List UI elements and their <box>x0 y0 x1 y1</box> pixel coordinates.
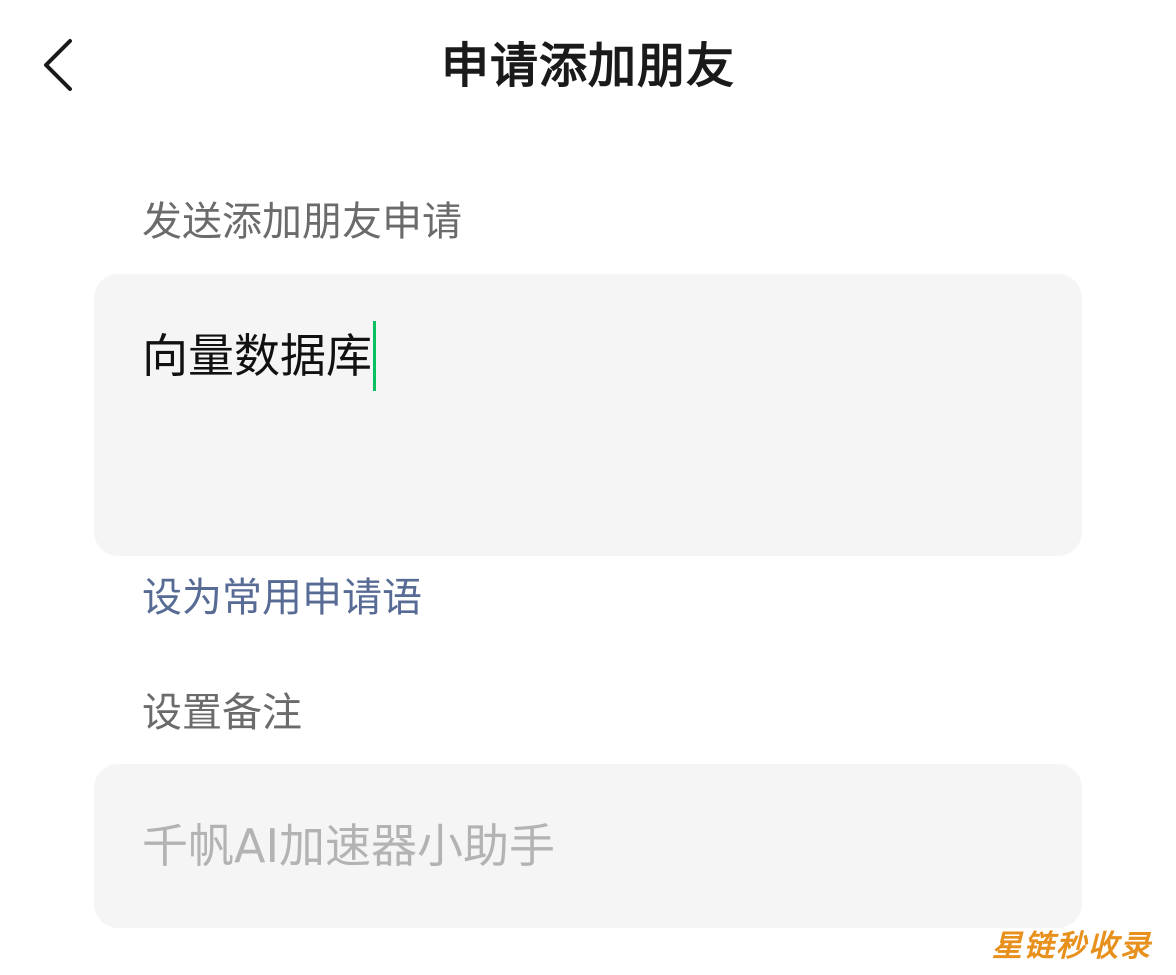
request-message-label: 发送添加朋友申请 <box>142 199 462 245</box>
set-common-message-link[interactable]: 设为常用申请语 <box>142 572 422 624</box>
text-caret <box>373 321 376 391</box>
request-message-input[interactable]: 向量数据库 <box>94 274 1082 556</box>
watermark-logo: 星链秒收录 <box>992 929 1152 964</box>
remark-placeholder: 千帆AI加速器小助手 <box>142 819 556 873</box>
page-title: 申请添加朋友 <box>440 38 735 94</box>
remark-label: 设置备注 <box>142 690 302 736</box>
remark-input[interactable]: 千帆AI加速器小助手 <box>94 764 1082 928</box>
request-message-text: 向量数据库 <box>142 329 372 383</box>
